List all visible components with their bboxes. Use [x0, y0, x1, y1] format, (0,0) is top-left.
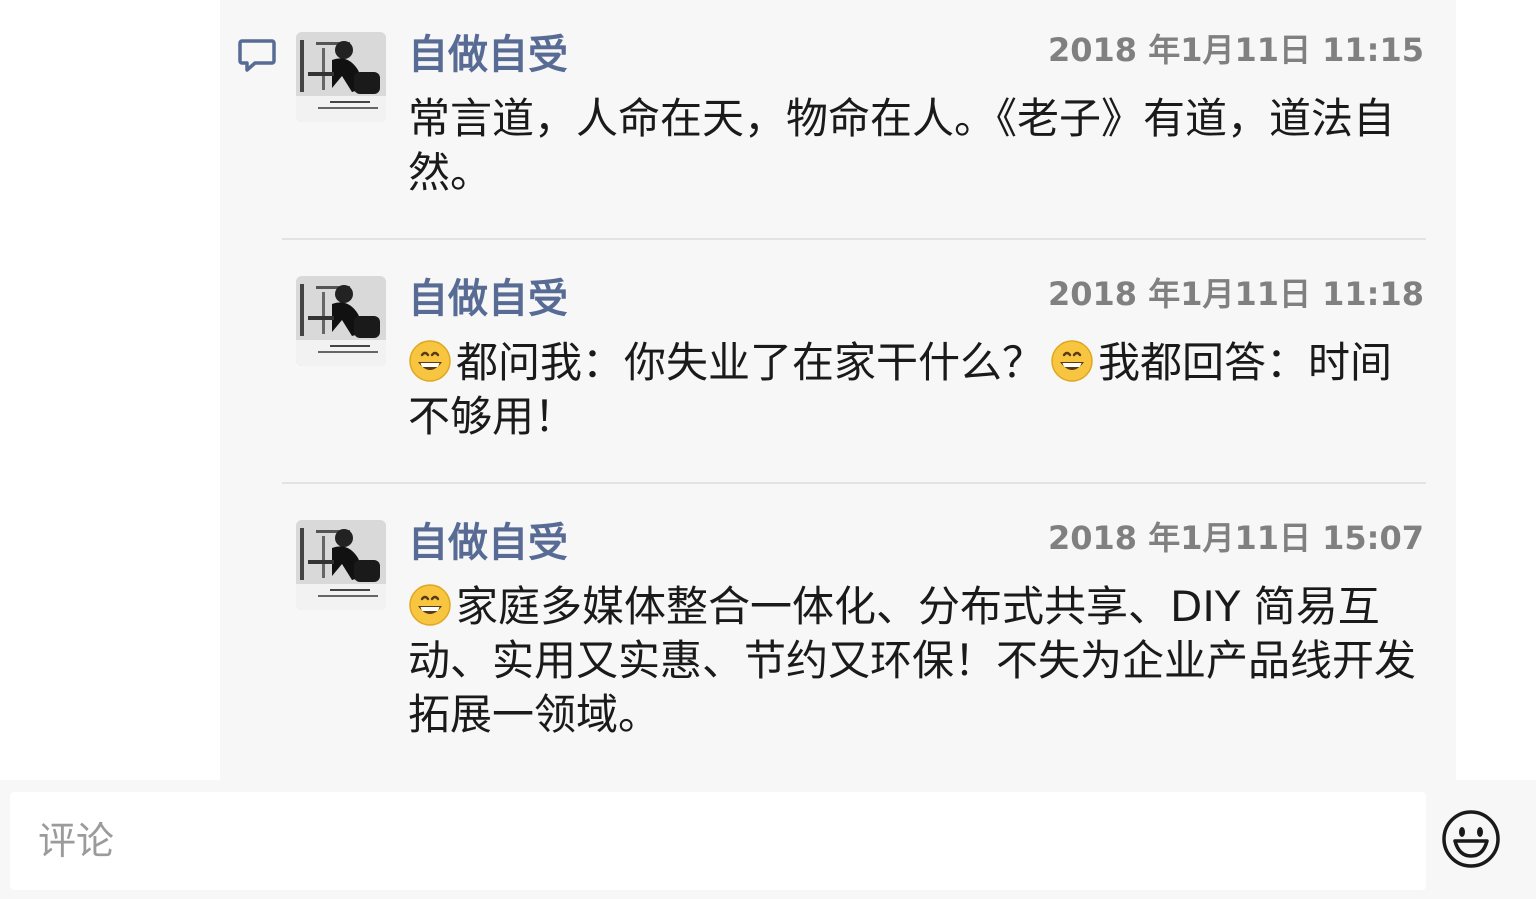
grinning-face-emoji-icon	[409, 584, 451, 626]
comment-divider	[282, 238, 1426, 240]
comment-text-part: 都问我：你失业了在家干什么？	[456, 338, 1045, 387]
author-name[interactable]: 自做自受	[408, 276, 568, 322]
comment-input[interactable]	[10, 792, 1426, 890]
comment-bubble-icon	[238, 39, 276, 72]
avatar-image	[296, 32, 386, 122]
avatar-image	[296, 276, 386, 366]
moments-comment-page: 自做自受 2018 年1月11日 11:15 常言道，人命在天，物命在人。《老子…	[0, 0, 1536, 899]
avatar[interactable]	[296, 32, 386, 122]
author-name[interactable]: 自做自受	[408, 32, 568, 78]
avatar-image	[296, 520, 386, 610]
timestamp: 2018 年1月11日 11:18	[1047, 275, 1424, 313]
comment-text[interactable]: 家庭多媒体整合一体化、分布式共享、DIY 简易互动、实用又实惠、节约又环保！不失…	[408, 580, 1418, 742]
timestamp: 2018 年1月11日 15:07	[1047, 519, 1424, 557]
comment-item[interactable]: 自做自受 2018 年1月11日 15:07 家庭多媒体整合一体化、分布式共享、…	[296, 520, 1428, 750]
avatar[interactable]	[296, 520, 386, 610]
comment-divider	[282, 482, 1426, 484]
comment-text[interactable]: 都问我：你失业了在家干什么？ 我都回答：时间不够用！	[408, 336, 1418, 444]
grinning-face-emoji-icon	[409, 340, 451, 382]
comment-text[interactable]: 常言道，人命在天，物命在人。《老子》有道，道法自然。	[408, 92, 1418, 200]
smiley-face-icon[interactable]	[1440, 808, 1502, 870]
grinning-face-emoji-icon	[1051, 340, 1093, 382]
comment-item[interactable]: 自做自受 2018 年1月11日 11:18 都问我：你失业了在家干什么？ 我都…	[296, 276, 1428, 446]
author-name[interactable]: 自做自受	[408, 520, 568, 566]
avatar[interactable]	[296, 276, 386, 366]
comment-item[interactable]: 自做自受 2018 年1月11日 11:15 常言道，人命在天，物命在人。《老子…	[296, 32, 1428, 202]
comment-text-body: 家庭多媒体整合一体化、分布式共享、DIY 简易互动、实用又实惠、节约又环保！不失…	[408, 582, 1417, 739]
timestamp: 2018 年1月11日 11:15	[1047, 31, 1424, 69]
comment-input-bar	[0, 780, 1536, 899]
comment-text-body: 常言道，人命在天，物命在人。《老子》有道，道法自然。	[408, 94, 1396, 197]
